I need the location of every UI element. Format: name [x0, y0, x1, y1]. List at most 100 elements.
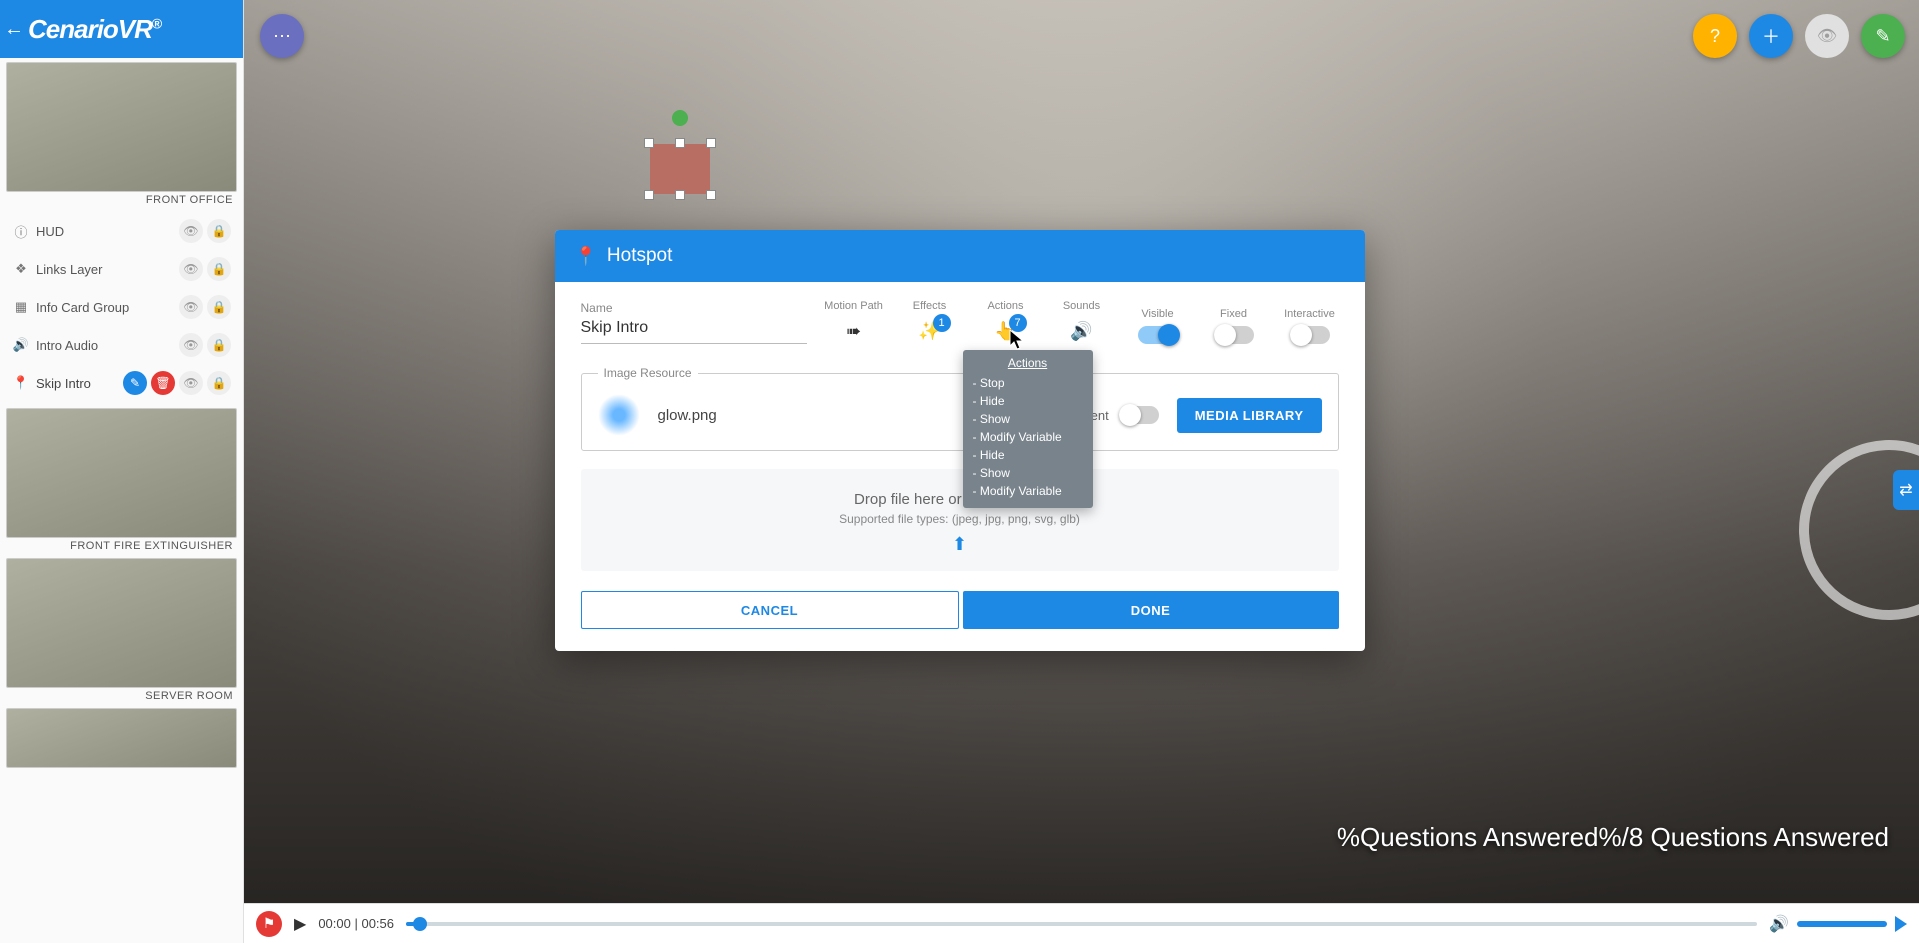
- timecode: 00:00 | 00:56: [318, 916, 394, 931]
- lock-icon[interactable]: 🔒: [207, 219, 231, 243]
- image-resource-legend: Image Resource: [598, 366, 698, 380]
- hotspot-name-input[interactable]: [581, 315, 807, 344]
- layer-label: Intro Audio: [36, 338, 175, 353]
- layer-row-introaudio[interactable]: 🔊 Intro Audio 👁 🔒: [6, 326, 237, 364]
- sidebar: ← CenarioVR® FRONT OFFICE ⓘ HUD 👁 🔒 ❖ Li…: [0, 0, 244, 943]
- actions-tool[interactable]: Actions 👆 7: [977, 300, 1035, 344]
- layer-row-hud[interactable]: ⓘ HUD 👁 🔒: [6, 212, 237, 250]
- timeline-knob[interactable]: [413, 917, 427, 931]
- help-button[interactable]: ?: [1693, 14, 1737, 58]
- preview-button[interactable]: 👁: [1805, 14, 1849, 58]
- popover-item: Modify Variable: [973, 482, 1083, 500]
- hotspot-bbox[interactable]: [650, 144, 710, 194]
- media-library-button[interactable]: MEDIA LIBRARY: [1177, 398, 1322, 433]
- drop-subtext: Supported file types: (jpeg, jpg, png, s…: [591, 512, 1329, 526]
- drop-text: Drop file here or click to upload.: [591, 491, 1329, 508]
- hotspot-gizmo[interactable]: [650, 110, 710, 194]
- delete-icon[interactable]: 🗑: [151, 371, 175, 395]
- grid-icon: ▦: [12, 298, 30, 316]
- add-button[interactable]: ＋: [1749, 14, 1793, 58]
- popover-item: Hide: [973, 392, 1083, 410]
- tool-label: Motion Path: [824, 300, 883, 312]
- name-field: Name: [581, 301, 807, 344]
- motion-path-tool[interactable]: Motion Path ➠: [825, 300, 883, 344]
- app-logo: CenarioVR®: [28, 14, 161, 45]
- edit-icon[interactable]: ✎: [123, 371, 147, 395]
- tool-label: Effects: [913, 300, 946, 312]
- scene-image: [6, 558, 237, 688]
- more-menu-button[interactable]: ⋯: [260, 14, 304, 58]
- transparent-toggle[interactable]: [1119, 406, 1159, 424]
- popover-item: Hide: [973, 446, 1083, 464]
- scene-thumbnail[interactable]: [6, 708, 237, 768]
- scene-thumbnail[interactable]: SERVER ROOM: [6, 558, 237, 706]
- tool-label: Actions: [987, 300, 1023, 312]
- scene-caption: SERVER ROOM: [6, 688, 237, 706]
- app-logo-bar: ← CenarioVR®: [0, 0, 243, 58]
- visibility-icon[interactable]: 👁: [179, 371, 203, 395]
- scene-caption: FRONT FIRE EXTINGUISHER: [6, 538, 237, 556]
- rotate-handle[interactable]: [672, 110, 688, 126]
- top-toolbar: ? ＋ 👁 ✎: [1693, 14, 1905, 58]
- upload-icon[interactable]: ⬆: [591, 534, 1329, 555]
- sound-icon[interactable]: 🔊: [1069, 318, 1095, 344]
- questions-counter-overlay: %Questions Answered%/8 Questions Answere…: [1337, 823, 1889, 853]
- actions-badge: 7: [1009, 314, 1027, 332]
- visibility-icon[interactable]: 👁: [179, 257, 203, 281]
- scene-caption: FRONT OFFICE: [6, 192, 237, 210]
- info-icon: ⓘ: [12, 222, 30, 240]
- layer-row-links[interactable]: ❖ Links Layer 👁 🔒: [6, 250, 237, 288]
- modal-toolbar-row: Name Motion Path ➠ Effects ✨ 1 Actions 👆…: [581, 300, 1339, 344]
- edit-button[interactable]: ✎: [1861, 14, 1905, 58]
- scene-image: [6, 62, 237, 192]
- scene-thumbnail[interactable]: FRONT FIRE EXTINGUISHER: [6, 408, 237, 556]
- volume-track[interactable]: [1797, 921, 1887, 927]
- pin-icon: 📍: [12, 374, 30, 392]
- lock-icon[interactable]: 🔒: [207, 295, 231, 319]
- tool-label: Interactive: [1284, 308, 1335, 320]
- back-icon[interactable]: ←: [4, 18, 24, 41]
- play-button[interactable]: ▶: [294, 914, 306, 934]
- timeline: ⚑ ▶ 00:00 | 00:56 🔊: [244, 903, 1919, 943]
- volume-control[interactable]: 🔊: [1769, 914, 1907, 934]
- cancel-button[interactable]: CANCEL: [581, 591, 959, 629]
- effects-tool[interactable]: Effects ✨ 1: [901, 300, 959, 344]
- right-panel-collapse[interactable]: ⇄: [1893, 470, 1919, 510]
- hotspot-modal: 📍 Hotspot Name Motion Path ➠ Effects ✨ 1…: [555, 230, 1365, 651]
- layer-label: HUD: [36, 224, 175, 239]
- modal-header: 📍 Hotspot: [555, 230, 1365, 282]
- motion-path-icon[interactable]: ➠: [841, 318, 867, 344]
- sounds-tool[interactable]: Sounds 🔊: [1053, 300, 1111, 344]
- fixed-toggle-col: Fixed: [1205, 308, 1263, 344]
- fixed-toggle[interactable]: [1214, 326, 1254, 344]
- scene-thumbnail[interactable]: FRONT OFFICE: [6, 62, 237, 210]
- visible-toggle-col: Visible: [1129, 308, 1187, 344]
- modal-button-row: CANCEL DONE: [581, 591, 1339, 629]
- done-button[interactable]: DONE: [963, 591, 1339, 629]
- audio-icon: 🔊: [12, 336, 30, 354]
- flag-icon[interactable]: ⚑: [256, 911, 282, 937]
- popover-item: Show: [973, 410, 1083, 428]
- timeline-track[interactable]: [406, 922, 1757, 926]
- layers-icon: ❖: [12, 260, 30, 278]
- popover-item: Stop: [973, 374, 1083, 392]
- visible-toggle[interactable]: [1138, 326, 1178, 344]
- lock-icon[interactable]: 🔒: [207, 371, 231, 395]
- visibility-icon[interactable]: 👁: [179, 333, 203, 357]
- image-resource-fieldset: Image Resource glow.png Transparent MEDI…: [581, 366, 1339, 451]
- tool-label: Sounds: [1063, 300, 1100, 312]
- visibility-icon[interactable]: 👁: [179, 295, 203, 319]
- popover-item: Modify Variable: [973, 428, 1083, 446]
- scene-image: [6, 708, 237, 768]
- visibility-icon[interactable]: 👁: [179, 219, 203, 243]
- scene-list: FRONT OFFICE ⓘ HUD 👁 🔒 ❖ Links Layer 👁 🔒…: [0, 58, 243, 943]
- layer-label: Skip Intro: [36, 376, 119, 391]
- lock-icon[interactable]: 🔒: [207, 257, 231, 281]
- layer-row-skipintro[interactable]: 📍 Skip Intro ✎ 🗑 👁 🔒: [6, 364, 237, 402]
- lock-icon[interactable]: 🔒: [207, 333, 231, 357]
- drop-zone[interactable]: Drop file here or click to upload. Suppo…: [581, 469, 1339, 571]
- layer-row-infocard[interactable]: ▦ Info Card Group 👁 🔒: [6, 288, 237, 326]
- navigation-halo: [1774, 415, 1919, 646]
- volume-icon[interactable]: 🔊: [1769, 914, 1789, 934]
- interactive-toggle[interactable]: [1290, 326, 1330, 344]
